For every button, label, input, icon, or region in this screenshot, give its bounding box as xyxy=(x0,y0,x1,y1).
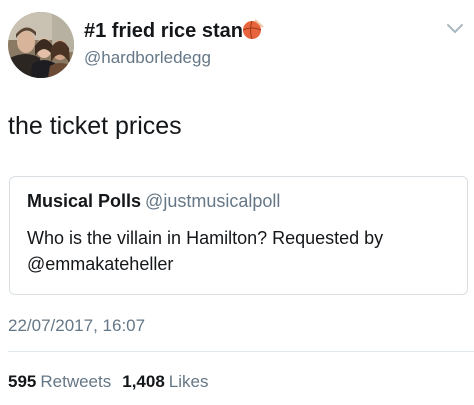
tweet-text: the ticket prices xyxy=(8,112,182,140)
retweets-count: 595 xyxy=(8,372,37,391)
tweet-card: #1 fried rice stan @hardborledegg the ti… xyxy=(0,0,474,405)
basketball-icon xyxy=(241,17,265,41)
tweet-stats: 595 Retweets 1,408 Likes xyxy=(8,372,208,392)
quoted-tweet-text: Who is the villain in Hamilton? Requeste… xyxy=(27,228,384,274)
quoted-display-name: Musical Polls xyxy=(27,191,142,211)
divider xyxy=(8,351,474,352)
avatar-photo xyxy=(8,12,74,78)
display-name[interactable]: #1 fried rice stan xyxy=(84,20,243,43)
quoted-handle: @justmusicalpoll xyxy=(145,191,281,211)
likes-stat[interactable]: 1,408 Likes xyxy=(122,372,208,391)
tweet-timestamp[interactable]: 22/07/2017, 16:07 xyxy=(8,316,145,336)
likes-count: 1,408 xyxy=(122,372,165,391)
quoted-tweet-header: Musical Polls @justmusicalpoll xyxy=(27,191,280,212)
likes-label: Likes xyxy=(168,372,209,391)
retweets-label: Retweets xyxy=(40,372,112,391)
author-handle[interactable]: @hardborledegg xyxy=(84,48,211,68)
chevron-down-icon[interactable] xyxy=(446,22,464,36)
retweets-stat[interactable]: 595 Retweets xyxy=(8,372,111,391)
quoted-tweet[interactable]: Musical Polls @justmusicalpoll Who is the… xyxy=(9,176,468,295)
avatar[interactable] xyxy=(8,12,74,78)
